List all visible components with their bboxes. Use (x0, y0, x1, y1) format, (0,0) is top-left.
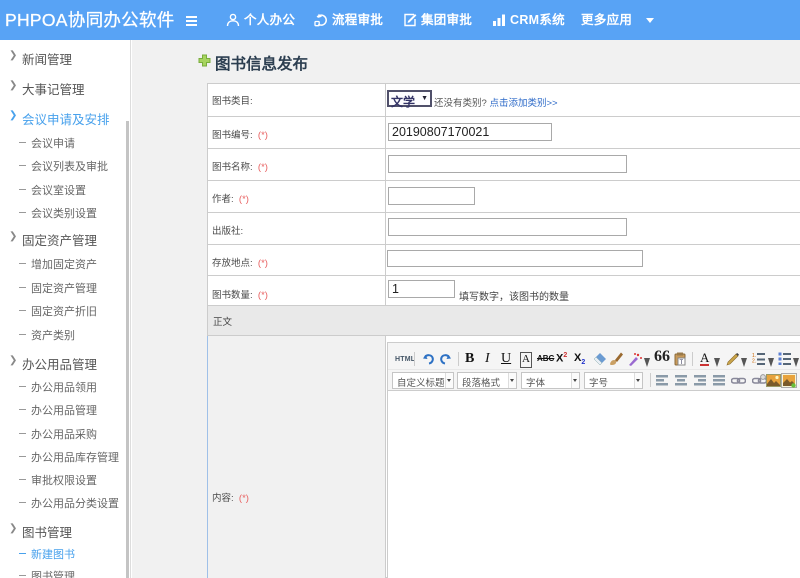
svg-text:2.: 2. (752, 359, 756, 365)
svg-text:T: T (680, 360, 684, 366)
